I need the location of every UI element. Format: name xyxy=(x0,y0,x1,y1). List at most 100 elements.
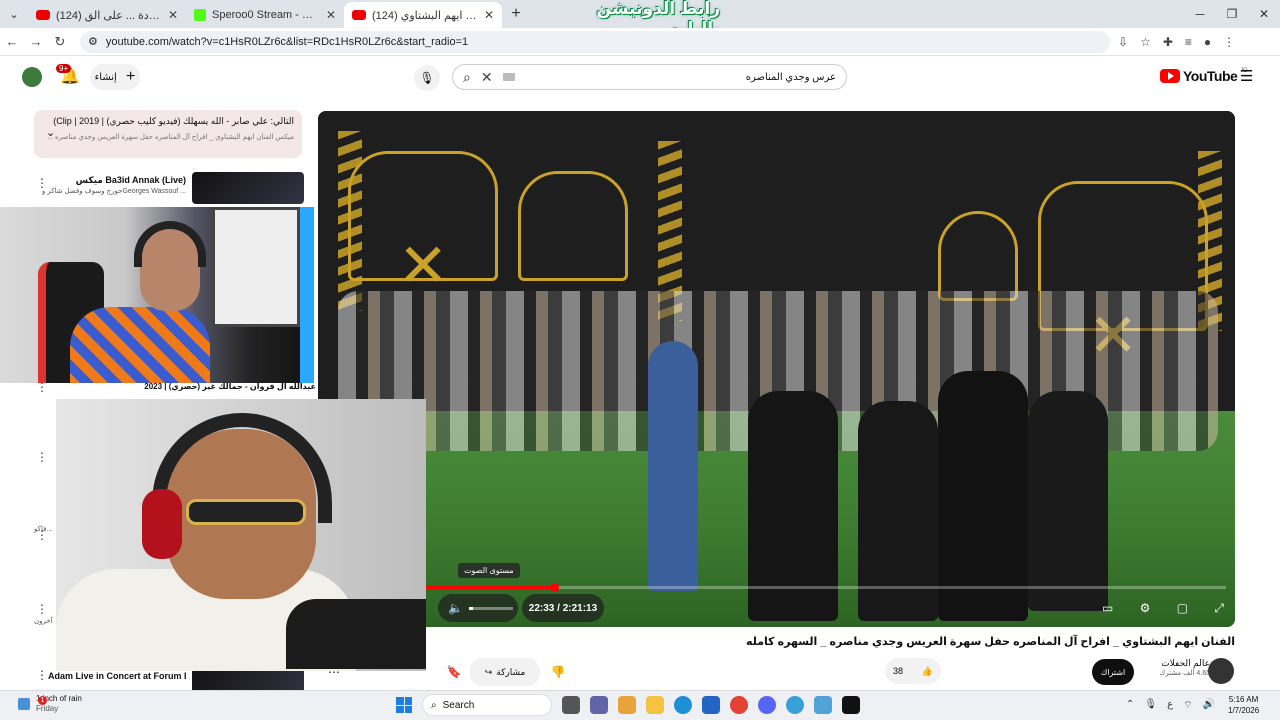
reload-icon[interactable]: ↻ xyxy=(48,34,72,50)
clock-time: 5:16 AM xyxy=(1228,695,1259,704)
browser-tab-1[interactable]: (124) مجوز وردة ... على الق... ✕ xyxy=(28,2,186,28)
forward-icon[interactable]: → xyxy=(24,34,48,49)
share-label: مشاركة xyxy=(496,666,526,677)
theater-mode-icon[interactable]: ▢ xyxy=(1177,601,1188,615)
maximize-icon[interactable]: ❐ xyxy=(1216,0,1248,28)
clock-date: 1/7/2026 xyxy=(1228,706,1260,715)
save-bookmark-icon[interactable]: 🔖 xyxy=(440,658,468,686)
taskbar-search[interactable]: ⌕ Search xyxy=(422,694,552,716)
browser-tab-2[interactable]: Speroo0 Stream - Watch Live o... ✕ xyxy=(186,2,344,28)
volume-slider[interactable] xyxy=(468,606,513,610)
browser-menu-icon[interactable]: ⋮ xyxy=(1223,35,1235,49)
browser-tab-3[interactable]: (124) الفنان ايهم البشتاوي _ ✕ xyxy=(344,2,502,28)
wifi-icon[interactable]: ⌔ xyxy=(1183,699,1192,712)
voice-search-mic-icon[interactable]: 🎙 xyxy=(414,65,440,91)
close-tab-icon[interactable]: ✕ xyxy=(484,8,494,22)
more-options-icon[interactable]: ⋮ xyxy=(36,450,48,464)
tab-title: Speroo0 Stream - Watch Live o... xyxy=(212,9,320,21)
user-avatar[interactable] xyxy=(22,67,42,87)
video-actions: ⋯ 🔖 مشاركة ↪ 👎 38 👍 اشتراك xyxy=(320,658,1238,686)
progress-bar[interactable] xyxy=(426,583,1226,592)
search-input[interactable]: عرس وجدي المناصره xyxy=(525,72,836,83)
close-tab-icon[interactable]: ✕ xyxy=(168,8,178,22)
channel-info[interactable]: عالم الحفلات 4.65 ألف مشترك xyxy=(1150,658,1210,677)
close-window-icon[interactable]: ✕ xyxy=(1248,0,1280,28)
keyboard-icon[interactable] xyxy=(502,73,515,81)
volume-icon[interactable]: 🔈 xyxy=(448,601,463,615)
next-video-label: التالي: علي صابر - الله يسهلك (فيديو كلي… xyxy=(53,116,294,126)
minimize-icon[interactable]: ─ xyxy=(1184,0,1216,28)
taskbar-search-label: Search xyxy=(442,699,475,711)
teams-icon[interactable] xyxy=(590,696,608,714)
sunglasses xyxy=(186,499,306,525)
search-bar[interactable]: ⌕ ✕ عرس وجدي المناصره xyxy=(452,64,847,90)
chevron-down-icon[interactable]: ⌄ xyxy=(46,126,55,139)
chrome-icon[interactable] xyxy=(730,696,748,714)
progress-fill xyxy=(426,586,554,589)
search-icon[interactable]: ⌕ xyxy=(463,69,471,86)
clear-search-icon[interactable]: ✕ xyxy=(481,69,493,86)
like-button[interactable]: 38 👍 xyxy=(885,658,941,684)
channel-subscribers: 4.65 ألف مشترك xyxy=(1159,670,1210,677)
list-item-fragment: آخرون xyxy=(34,618,53,625)
taskbar-clock[interactable]: 5:16 AM 1/7/2026 xyxy=(1228,694,1259,716)
tab-title: (124) مجوز وردة ... على الق... xyxy=(56,9,162,22)
back-icon[interactable]: ← xyxy=(0,34,24,49)
taskbar-apps: ⌕ Search xyxy=(396,694,860,716)
video-thumbnail[interactable] xyxy=(192,172,304,204)
bookmark-star-icon[interactable]: ☆ xyxy=(1140,35,1151,49)
list-item-title: عبدالله آل فروان - جمالك غير (حصري) | 20… xyxy=(144,382,316,391)
dislike-thumb-icon[interactable]: 👎 xyxy=(544,658,572,686)
playlist-header[interactable]: ⌄ التالي: علي صابر - الله يسهلك (فيديو ك… xyxy=(34,110,302,158)
progress-scrubber[interactable] xyxy=(550,583,559,592)
store-icon[interactable] xyxy=(702,696,720,714)
task-view-icon[interactable] xyxy=(562,696,580,714)
weather-widget[interactable]: 1 1 inch of rain Friday xyxy=(18,694,82,714)
extensions-icon[interactable]: ✚ xyxy=(1163,35,1173,49)
streamer-shirt xyxy=(70,307,210,383)
notification-badge: 9+ xyxy=(56,64,72,73)
create-button[interactable]: إنشاء + xyxy=(90,64,140,90)
copilot-icon[interactable] xyxy=(618,696,636,714)
video-player[interactable]: ✕ ✕ مستوى الصوت 🔈 22:33 / 2:21:13 ▭ ⚙ ▢ … xyxy=(318,111,1235,627)
background-window xyxy=(212,207,300,327)
share-button[interactable]: مشاركة ↪ xyxy=(470,658,540,686)
mic-tray-icon[interactable]: 🎙 xyxy=(1144,699,1157,712)
discord-icon[interactable] xyxy=(758,696,776,714)
subscribe-button[interactable]: اشتراك xyxy=(1092,659,1134,685)
tray-chevron-icon[interactable]: ⌃ xyxy=(1126,699,1134,712)
windows-start-icon[interactable] xyxy=(396,697,412,713)
time-display: 22:33 / 2:21:13 xyxy=(522,594,604,622)
site-info-icon[interactable]: ⚙ xyxy=(88,35,98,48)
url-field[interactable]: ⚙ youtube.com/watch?v=c1HsR0LZr6c&list=R… xyxy=(80,30,1110,53)
app-icon[interactable] xyxy=(786,696,804,714)
subtitles-icon[interactable]: ▭ xyxy=(1102,601,1113,615)
app-icon[interactable] xyxy=(814,696,832,714)
speaker-icon[interactable]: 🔊 xyxy=(1202,699,1214,712)
edge-icon[interactable] xyxy=(674,696,692,714)
profile-icon[interactable]: ● xyxy=(1204,35,1211,49)
address-bar-row: ← → ↻ ⚙ youtube.com/watch?v=c1HsR0LZr6c&… xyxy=(0,28,1280,56)
channel-avatar[interactable] xyxy=(1208,658,1234,684)
tab-search-icon[interactable]: ⌄ xyxy=(0,0,28,28)
youtube-logo[interactable]: YouTube JO xyxy=(1160,68,1247,84)
volume-fill xyxy=(468,606,474,610)
list-item[interactable]: ⋮ ميكس Ba3id Annak (Live) جورج وسوف وفضل… xyxy=(34,172,304,208)
new-tab-button[interactable]: + xyxy=(502,5,530,23)
kick-app-icon[interactable] xyxy=(842,696,860,714)
media-icon[interactable]: ≡ xyxy=(1185,35,1192,49)
more-options-icon[interactable]: ⋮ xyxy=(36,602,48,616)
create-label: إنشاء xyxy=(94,71,117,83)
volume-control[interactable]: 🔈 xyxy=(438,594,518,622)
language-icon[interactable]: ع xyxy=(1167,699,1173,712)
file-explorer-icon[interactable] xyxy=(646,696,664,714)
hamburger-menu-icon[interactable]: ☰ xyxy=(1240,67,1253,85)
tab-title: (124) الفنان ايهم البشتاوي _ xyxy=(372,9,478,22)
channel-name[interactable]: عالم الحفلات xyxy=(1150,658,1210,669)
close-tab-icon[interactable]: ✕ xyxy=(326,8,336,22)
fullscreen-icon[interactable]: ⤢ xyxy=(1214,601,1224,616)
settings-gear-icon[interactable]: ⚙ xyxy=(1140,601,1151,615)
window-controls: ─ ❐ ✕ xyxy=(1184,0,1280,28)
install-icon[interactable]: ⇩ xyxy=(1118,35,1128,49)
streamer-webcam-2 xyxy=(56,399,426,671)
